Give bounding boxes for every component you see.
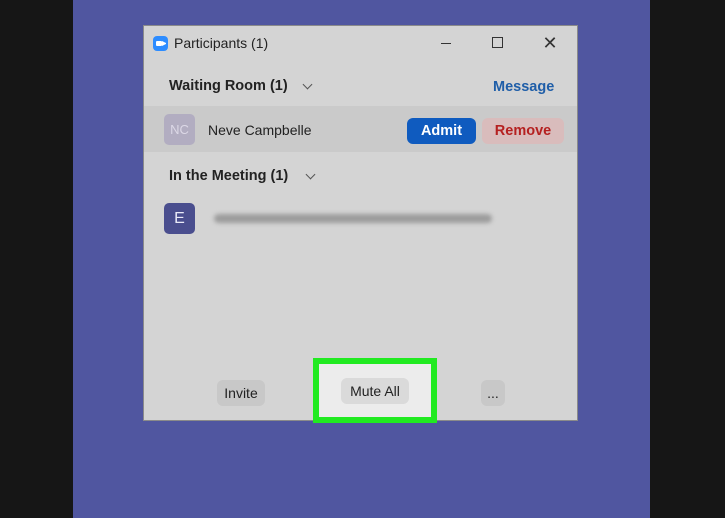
zoom-camera-icon [153, 36, 168, 51]
title-bar: Participants (1) ✕ [144, 26, 577, 60]
mute-all-highlight: Mute All [313, 358, 437, 423]
mute-all-button[interactable]: Mute All [341, 378, 409, 404]
message-button[interactable]: Message [493, 79, 554, 95]
in-meeting-heading[interactable]: In the Meeting (1) [169, 168, 288, 184]
more-options-button[interactable]: ... [481, 380, 505, 406]
avatar: NC [164, 114, 195, 145]
minimize-button[interactable] [435, 32, 459, 54]
waiting-room-heading[interactable]: Waiting Room (1) [169, 78, 288, 94]
chevron-down-icon[interactable] [302, 79, 313, 90]
invite-button[interactable]: Invite [217, 380, 265, 406]
admit-button[interactable]: Admit [407, 118, 476, 144]
avatar: E [164, 203, 195, 234]
chevron-down-icon[interactable] [305, 169, 316, 180]
participant-name: Neve Campbelle [208, 122, 312, 138]
remove-button[interactable]: Remove [482, 118, 564, 144]
blurred-participant-name [214, 214, 492, 223]
maximize-button[interactable] [486, 32, 510, 54]
close-button[interactable]: ✕ [538, 32, 562, 54]
window-title: Participants (1) [174, 35, 269, 51]
waiting-participant-row: NC Neve Campbelle Admit Remove [144, 106, 577, 152]
